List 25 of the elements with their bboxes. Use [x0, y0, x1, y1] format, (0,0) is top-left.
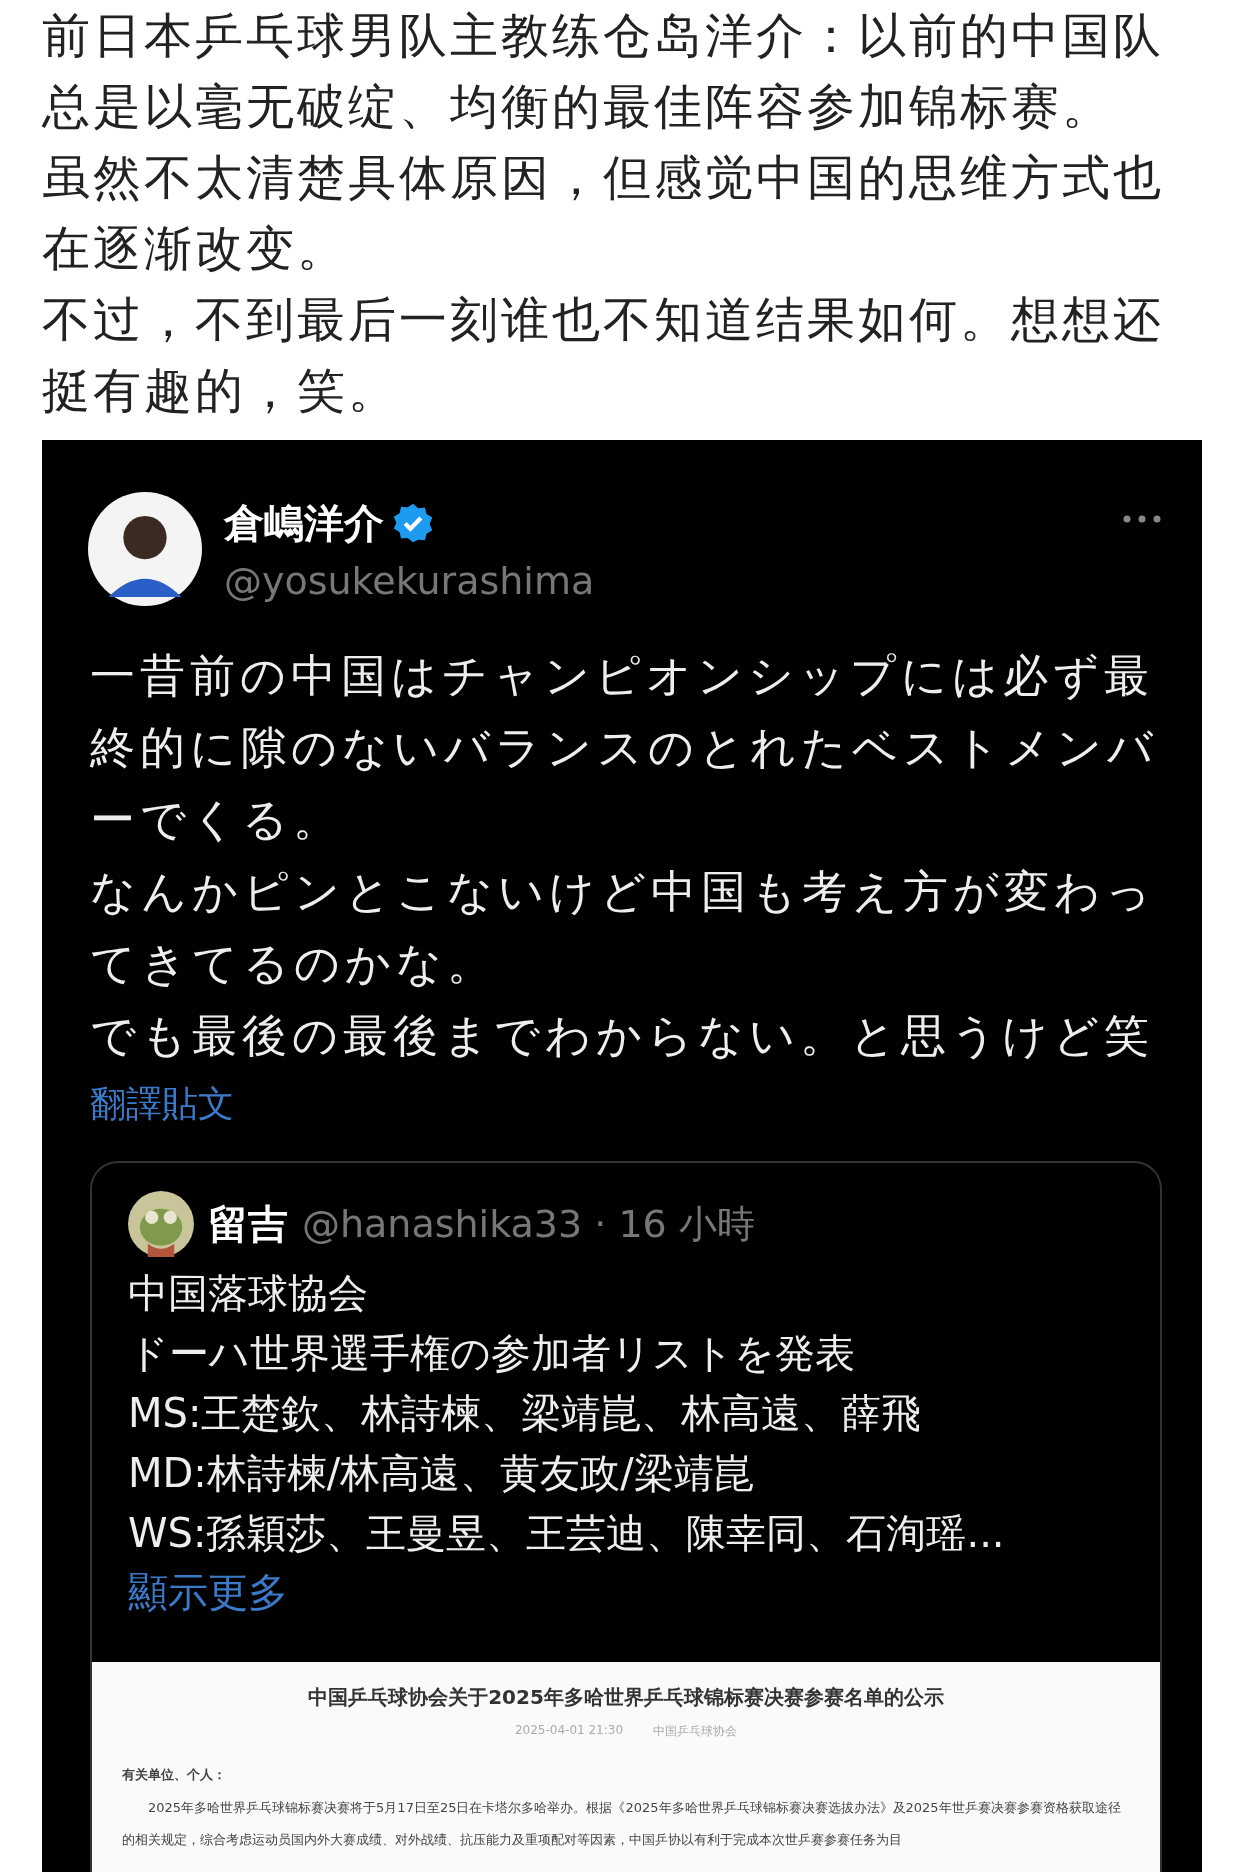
document-text: 2025年多哈世界乒乓球锦标赛决赛将于5月17日至25日在卡塔尔多哈举办。根据《2025年多哈世界乒乓球锦标赛决赛选拔办法》及2025年世乒赛决赛参赛资格获取途径的相关规定，综合考虑运动员国内外大赛成绩、对外战绩、抗压能力及重项配对等因素，中国乒协以有利于完成本次世乒赛参赛任务为目: [122, 1799, 1122, 1849]
more-icon[interactable]: [1122, 514, 1162, 524]
avatar[interactable]: [88, 492, 202, 606]
post-text: 前日本乒乓球男队主教练仓岛洋介：以前的中国队总是以毫无破绽、均衡的最佳阵容参加锦标赛。: [42, 6, 1165, 136]
tweet-meta: @hanashika33 · 16 小時: [302, 1200, 755, 1248]
quote-text: WS:孫穎莎、王曼昱、王芸迪、陳幸同、石洵瑶...: [127, 1509, 1006, 1558]
post-text: 不过，不到最后一刻谁也不知道结果如何。想想还挺有趣的，笑。: [42, 290, 1165, 420]
tweet-text: なんかピンとこないけど中国も考え方が変わってきてるのかな。: [90, 864, 1157, 992]
user-name[interactable]: 倉嶋洋介: [224, 495, 384, 551]
tweet-text: 一昔前の中国はチャンピオンシップには必ず最終的に隙のないバランスのとれたベストメンバーでくる。: [90, 648, 1159, 848]
show-more-link[interactable]: 顯示更多: [128, 1565, 288, 1620]
quote-text: ドーハ世界選手権の参加者リストを発表: [127, 1329, 856, 1378]
avatar[interactable]: [128, 1191, 194, 1257]
post-text: 虽然不太清楚具体原因，但感觉中国的思维方式也在逐渐改变。: [42, 148, 1165, 278]
user-handle[interactable]: @yosukekurashima: [224, 558, 1122, 603]
quote-text: MD:林詩楝/林高遠、黄友政/梁靖崑: [127, 1449, 755, 1498]
quote-text: 中国落球協会: [127, 1269, 369, 1318]
document-title: 中国乒乓球协会关于2025年多哈世界乒乓球锦标赛决赛参赛名单的公示: [307, 1684, 945, 1711]
document-date: 2025-04-01 21:30: [514, 1723, 624, 1739]
user-name[interactable]: 留吉: [208, 1196, 288, 1252]
document-source: 中国乒乓球协会: [653, 1723, 738, 1740]
document-text: 有关单位、个人：: [122, 1766, 227, 1784]
translate-link[interactable]: 翻譯貼文: [90, 1080, 234, 1129]
tweet-text: でも最後の最後までわからない。と思うけど笑: [90, 1008, 1155, 1064]
quote-text: MS:王楚欽、林詩楝、梁靖崑、林高遠、薛飛: [127, 1389, 923, 1438]
